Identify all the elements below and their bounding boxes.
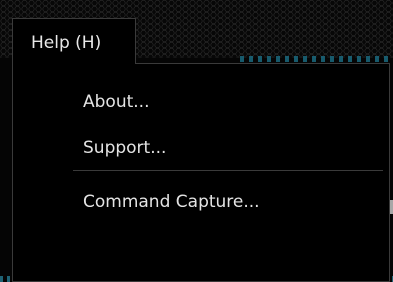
app-window: Help (H) About... Support... Command Cap… [0,0,393,282]
menu-item-command-capture[interactable]: Command Capture... [83,188,260,216]
menu-item-about[interactable]: About... [83,88,149,116]
help-dropdown-menu: About... Support... Command Capture... [12,63,390,282]
menu-item-support[interactable]: Support... [83,134,166,162]
background-accent-top [240,56,393,62]
menu-separator [73,170,383,171]
help-menu-button[interactable]: Help (H) [12,18,136,64]
help-menu-label: Help (H) [31,33,102,53]
